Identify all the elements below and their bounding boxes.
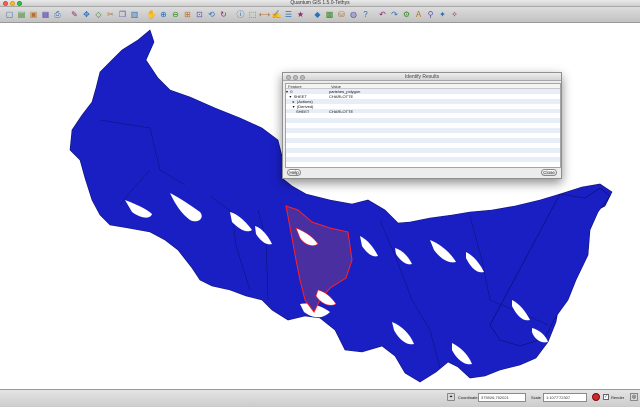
open-project-icon[interactable]: ▤	[16, 9, 27, 20]
help-button[interactable]: Help	[287, 169, 301, 176]
tree-rows: ▾ 0 parishes_polygon ▾ SHEET CHARLOTTE ▸ (…	[286, 89, 560, 167]
status-bar: ⌖ Coordinate: 375926,752021 Scale 1:1077…	[0, 389, 640, 407]
dialog-zoom-button[interactable]	[300, 74, 305, 80]
plugin-icon[interactable]: ⚙	[401, 9, 412, 20]
gps-icon[interactable]: ✧	[449, 9, 460, 20]
tree-row-empty	[286, 162, 560, 167]
render-checkbox[interactable]: ✓	[603, 394, 609, 400]
new-project-icon[interactable]: ▢	[4, 9, 15, 20]
add-wms-icon[interactable]: ◍	[348, 9, 359, 20]
cut-icon[interactable]: ✂	[105, 9, 116, 20]
projection-icon[interactable]: ◎	[630, 393, 638, 401]
main-toolbar: ▢ ▤ ▣ ▦ ⎙ ✎ ✥ ◇ ✂ ❐ ▥ ✋ ⊕ ⊖ ⊞ ⊡ ⟲ ↻ ⓘ ⬚ ⟷ ✍ ☰ ★ ◆ ▩ ⛁ ◍? ↶ ↷ ⚙ A ⚲ ✦ ✧	[0, 7, 640, 23]
column-header-feature[interactable]: Feature	[286, 84, 329, 89]
node-tool-icon[interactable]: ◇	[93, 9, 104, 20]
toolbar-separator	[230, 9, 234, 20]
toolbar-separator	[64, 9, 68, 20]
annotation-icon[interactable]: ✍	[271, 9, 282, 20]
scale-label: Scale	[531, 395, 542, 400]
coordinate-toggle-icon[interactable]: ⌖	[447, 393, 455, 401]
dialog-title-bar: Identify Results	[283, 73, 561, 81]
render-label: Render	[611, 395, 625, 400]
scale-field[interactable]: 1:1077'72307	[543, 393, 587, 402]
move-feature-icon[interactable]: ✥	[81, 9, 92, 20]
refresh-icon[interactable]: ↻	[218, 9, 229, 20]
save-as-icon[interactable]: ▦	[40, 9, 51, 20]
bookmark-icon[interactable]: ★	[295, 9, 306, 20]
add-vector-icon[interactable]: ◆	[312, 9, 323, 20]
toolbar-separator	[307, 9, 311, 20]
map-tips-icon[interactable]: ☰	[283, 9, 294, 20]
zoom-full-icon[interactable]: ⊞	[182, 9, 193, 20]
pin-icon[interactable]: ⚲	[425, 9, 436, 20]
coordinate-label: Coordinate:	[458, 395, 479, 400]
copy-icon[interactable]: ❐	[117, 9, 128, 20]
title-bar: Quantum GIS 1.5.0-Tethys	[0, 0, 640, 7]
tree-row-value: CHARLOTTE	[329, 108, 354, 114]
label-icon[interactable]: A	[413, 9, 424, 20]
add-postgis-icon[interactable]: ⛁	[336, 9, 347, 20]
coordinate-field[interactable]: 375926,752021	[478, 393, 526, 402]
tree-row[interactable]: SHEET CHARLOTTE	[286, 108, 560, 114]
close-button[interactable]: Close	[541, 169, 557, 176]
python-icon[interactable]: ✦	[437, 9, 448, 20]
paste-icon[interactable]: ▥	[129, 9, 140, 20]
dialog-close-button[interactable]	[286, 74, 291, 80]
dialog-window-controls	[286, 74, 305, 80]
measure-icon[interactable]: ⟷	[259, 9, 270, 20]
pan-icon[interactable]: ✋	[146, 9, 157, 20]
save-project-icon[interactable]: ▣	[28, 9, 39, 20]
zoom-last-icon[interactable]: ⟲	[206, 9, 217, 20]
dialog-title: Identify Results	[404, 74, 440, 80]
stop-render-icon[interactable]	[592, 393, 600, 401]
identify-results-dialog: Identify Results Feature Value ▾ 0 parish…	[282, 72, 562, 179]
zoom-in-icon[interactable]: ⊕	[158, 9, 169, 20]
undo-icon[interactable]: ↶	[377, 9, 388, 20]
redo-icon[interactable]: ↷	[389, 9, 400, 20]
qgis-window: Quantum GIS 1.5.0-Tethys ▢ ▤ ▣ ▦ ⎙ ✎ ✥ ◇ ✂ ❐ ▥ ✋ ⊕ ⊖ ⊞…	[0, 0, 640, 407]
print-icon[interactable]: ⎙	[52, 9, 63, 20]
toolbar-separator	[372, 9, 376, 20]
help-icon[interactable]: ?	[360, 9, 371, 20]
add-raster-icon[interactable]: ▩	[324, 9, 335, 20]
window-title: Quantum GIS 1.5.0-Tethys	[290, 0, 350, 6]
dialog-minimize-button[interactable]	[293, 74, 298, 80]
digitize-icon[interactable]: ✎	[69, 9, 80, 20]
toolbar-separator	[141, 9, 145, 20]
column-header-value[interactable]: Value	[329, 84, 341, 89]
identify-results-tree[interactable]: Feature Value ▾ 0 parishes_polygon ▾ SHEE…	[285, 83, 561, 168]
identify-icon[interactable]: ⓘ	[235, 9, 246, 20]
select-icon[interactable]: ⬚	[247, 9, 258, 20]
zoom-layer-icon[interactable]: ⊡	[194, 9, 205, 20]
tree-row-feature: SHEET	[286, 108, 310, 114]
zoom-out-icon[interactable]: ⊖	[170, 9, 181, 20]
